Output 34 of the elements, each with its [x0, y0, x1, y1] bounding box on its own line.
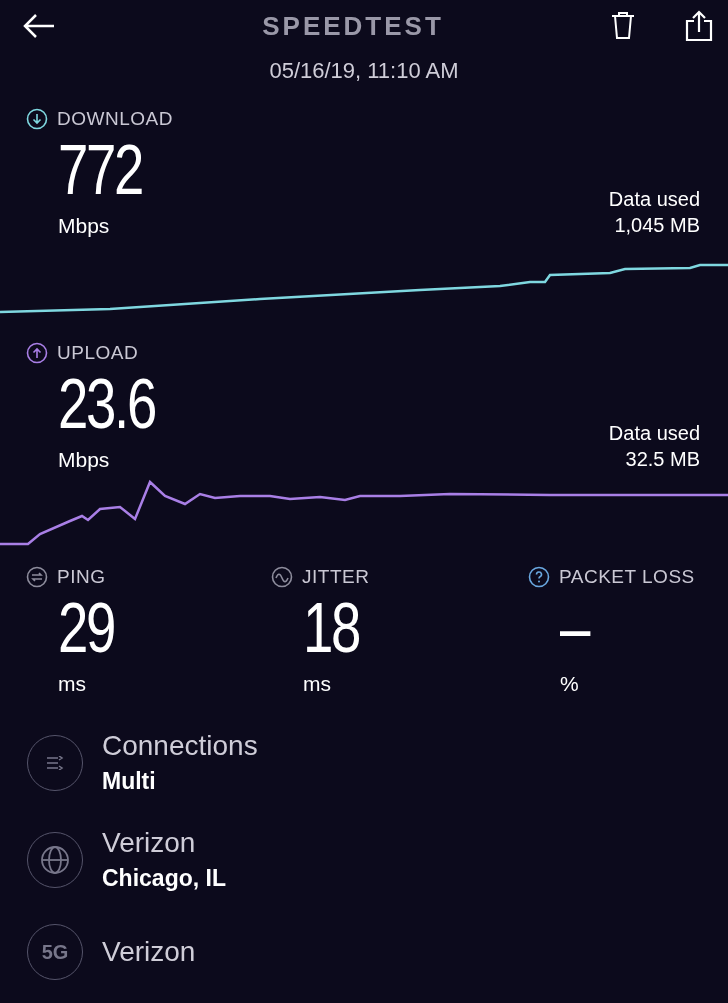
detail-title: Connections	[102, 730, 258, 762]
stat-label: JITTER	[302, 566, 370, 588]
test-label: DOWNLOAD	[57, 108, 173, 130]
stat-value: –	[560, 588, 589, 668]
wave-icon	[271, 566, 293, 588]
stat-value: 29	[58, 588, 115, 668]
unit-label: %	[560, 672, 580, 696]
back-icon[interactable]	[22, 13, 56, 39]
test-label: UPLOAD	[57, 342, 139, 364]
unit-label: ms	[58, 672, 87, 696]
unit-label: Mbps	[58, 214, 111, 238]
test-date: 05/16/19, 11:10 AM	[268, 58, 460, 84]
ping-icon	[26, 566, 48, 588]
data-used-value: 1,045 MB	[613, 213, 700, 238]
upload-icon	[26, 342, 48, 364]
data-used-label: Data used	[608, 421, 700, 446]
detail-title: Verizon	[102, 827, 197, 859]
unit-label: ms	[303, 672, 332, 696]
data-used-label: Data used	[608, 187, 700, 212]
share-icon[interactable]	[684, 10, 714, 42]
download-icon	[26, 108, 48, 130]
app-title: SPEEDTEST	[261, 10, 445, 42]
detail-subtitle: Multi	[102, 768, 157, 795]
data-used-value: 32.5 MB	[624, 447, 700, 472]
trash-icon[interactable]	[610, 12, 636, 40]
unit-label: Mbps	[58, 448, 111, 472]
detail-title: Verizon	[102, 936, 196, 968]
stat-label: PING	[57, 566, 106, 588]
stat-value: 18	[303, 588, 360, 668]
speed-value: 772	[58, 130, 143, 210]
speed-value: 23.6	[58, 364, 155, 444]
help-icon[interactable]	[528, 566, 550, 588]
detail-subtitle: Chicago, IL	[102, 865, 226, 892]
stat-label: PACKET LOSS	[559, 566, 695, 588]
